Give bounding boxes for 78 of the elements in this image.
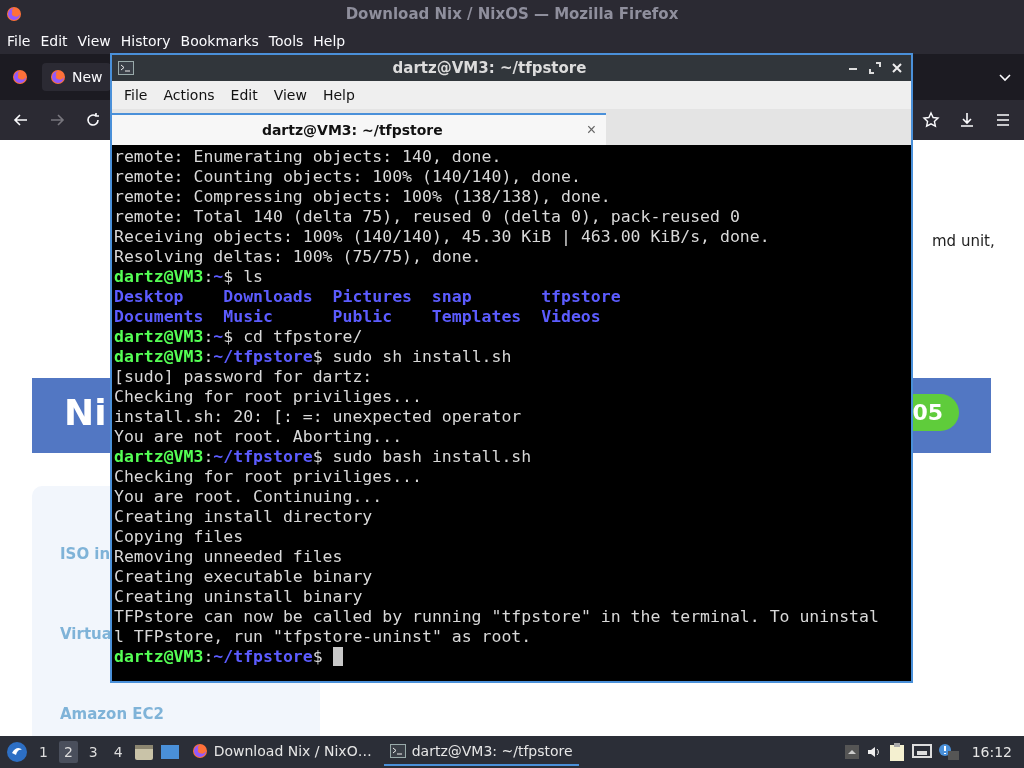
firefox-icon xyxy=(191,743,208,759)
menu-item[interactable]: Actions xyxy=(155,85,223,105)
output-line: Resolving deltas: 100% (75/75), done. xyxy=(114,247,483,267)
terminal-icon xyxy=(118,60,134,76)
window-title: Download Nix / NixOS — Mozilla Firefox xyxy=(344,5,680,23)
output-line: remote: Compressing objects: 100% (138/138), done. xyxy=(114,187,612,207)
output-line: Creating executable binary xyxy=(114,567,374,587)
output-line: Receiving objects: 100% (140/140), 45.30 KiB | 463.00 KiB/s, done. xyxy=(114,227,771,247)
prompt-line: dartz@VM3:~/tfpstore$ sudo bash install.sh xyxy=(114,447,532,466)
menu-item[interactable]: Edit xyxy=(35,31,73,51)
maximize-icon[interactable] xyxy=(867,60,883,76)
output-line: Checking for root priviliges... xyxy=(114,467,423,487)
output-line: You are not root. Aborting... xyxy=(114,427,404,447)
banner-title: Ni xyxy=(64,392,107,433)
workspace-button[interactable]: 3 xyxy=(83,741,103,763)
menu-item[interactable]: File xyxy=(116,85,156,105)
prompt-line: dartz@VM3:~$ ls xyxy=(114,267,264,286)
output-line: remote: Counting objects: 100% (140/140), done. xyxy=(114,167,582,187)
file-name: Public xyxy=(332,307,393,326)
workspace-button[interactable]: 2 xyxy=(58,741,78,763)
prompt-line: dartz@VM3:~$ cd tfpstore/ xyxy=(114,327,363,346)
menu-item[interactable]: Bookmarks xyxy=(175,31,264,51)
volume-icon[interactable] xyxy=(865,744,882,760)
window-title: dartz@VM3: ~/tfpstore xyxy=(391,59,588,77)
prompt-line: dartz@VM3:~/tfpstore$ sudo sh install.sh xyxy=(114,347,512,366)
file-name: Documents xyxy=(114,307,204,326)
taskbar-task[interactable]: dartz@VM3: ~/tfpstore xyxy=(383,738,579,766)
output-line: Removing unneeded files xyxy=(114,547,344,567)
notification-icon[interactable] xyxy=(937,743,960,761)
file-name: Downloads xyxy=(223,287,313,306)
browser-tab[interactable]: New xyxy=(42,63,111,91)
firefox-view-icon xyxy=(12,69,28,85)
file-name: Pictures xyxy=(332,287,412,306)
workspace-button[interactable]: 1 xyxy=(34,741,53,763)
menu-item[interactable]: Help xyxy=(308,31,351,51)
firefox-icon xyxy=(50,69,66,85)
menu-icon[interactable] xyxy=(994,111,1012,129)
menu-item[interactable]: File xyxy=(2,31,36,51)
menu-item[interactable]: Help xyxy=(314,85,363,105)
prompt-line: dartz@VM3:~/tfpstore$ xyxy=(114,647,324,666)
star-icon[interactable] xyxy=(922,111,940,129)
menu-item[interactable]: View xyxy=(72,31,116,51)
page-text: md unit, xyxy=(932,232,995,250)
output-line: l TFPstore, run "tfpstore-uninst" as root. xyxy=(114,627,533,647)
network-icon[interactable] xyxy=(911,743,932,761)
file-manager-icon[interactable] xyxy=(133,743,154,761)
start-menu-icon[interactable] xyxy=(6,741,28,763)
file-name: Videos xyxy=(541,307,601,326)
output-line: [sudo] password for dartz: xyxy=(114,367,374,387)
file-name: Desktop xyxy=(114,287,184,306)
desktop-icon[interactable] xyxy=(159,743,180,761)
download-icon[interactable] xyxy=(958,111,976,129)
output-line: TFPstore can now be called by running "tfpstore" in the terminal. To uninstal xyxy=(114,607,880,627)
taskbar-task[interactable]: Download Nix / NixO… xyxy=(185,738,378,766)
output-line: remote: Enumerating objects: 140, done. xyxy=(114,147,503,167)
clipboard-icon[interactable] xyxy=(887,742,906,762)
menu-item[interactable]: History xyxy=(115,31,176,51)
output-line: Creating uninstall binary xyxy=(114,587,364,607)
firefox-logo-icon xyxy=(6,6,22,22)
terminal-icon xyxy=(389,743,406,759)
output-line: install.sh: 20: [: =: unexpected operator xyxy=(114,407,523,427)
output-line: Checking for root priviliges... xyxy=(114,387,423,407)
file-name: Templates xyxy=(431,307,522,326)
file-name: snap xyxy=(431,287,472,306)
output-line: Copying files xyxy=(114,527,245,547)
menu-item[interactable]: Tools xyxy=(263,31,309,51)
menu-item[interactable]: Edit xyxy=(222,85,266,105)
output-line: Creating install directory xyxy=(114,507,374,527)
workspace-button[interactable]: 4 xyxy=(108,741,128,763)
file-name: Music xyxy=(223,307,273,326)
menu-item[interactable]: View xyxy=(265,85,315,105)
output-line: remote: Total 140 (delta 75), reused 0 (delta 0), pack-reused 0 xyxy=(114,207,741,227)
close-tab-button[interactable]: × xyxy=(584,121,598,139)
terminal-tab[interactable]: dartz@VM3: ~/tfpstore × xyxy=(112,113,606,145)
reload-icon[interactable] xyxy=(84,111,102,129)
file-name: tfpstore xyxy=(541,287,621,306)
clock: 16:12 xyxy=(971,744,1012,760)
output-line: You are root. Continuing... xyxy=(114,487,384,507)
